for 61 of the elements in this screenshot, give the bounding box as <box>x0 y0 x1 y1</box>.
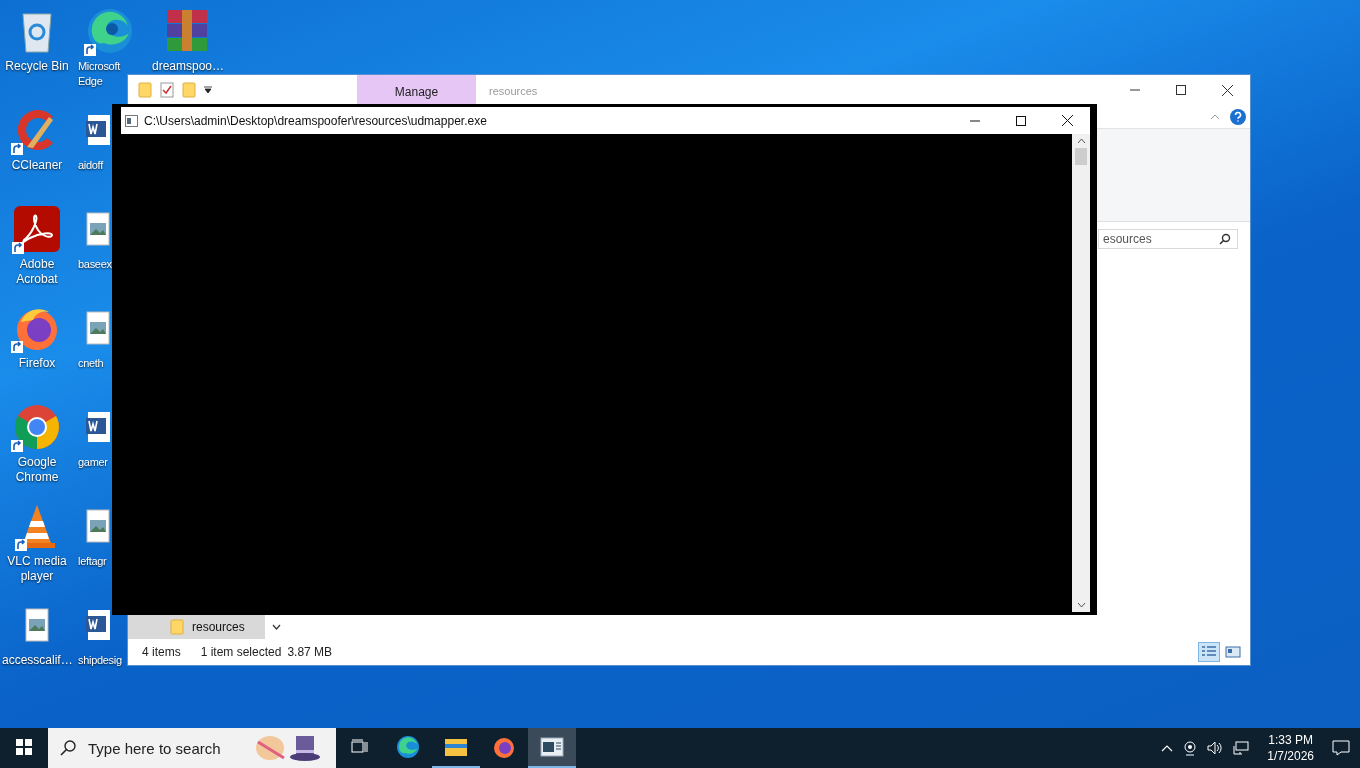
desktop-icon-label[interactable]: Firefox <box>18 356 56 371</box>
window-title: C:\Users\admin\Desktop\dreamspoofer\resources\udmapper.exe <box>144 113 488 128</box>
folder-icon <box>170 619 184 635</box>
firefox-icon <box>492 735 516 759</box>
maximize-icon[interactable] <box>1016 115 1026 126</box>
taskbar-app-button[interactable] <box>528 728 576 768</box>
ribbon-tab[interactable]: Manage <box>357 75 476 105</box>
dropdown-icon[interactable] <box>204 86 212 94</box>
folder-icon <box>138 82 152 98</box>
clock-date[interactable]: 1/7/2026 <box>1267 748 1314 764</box>
item-count: 4 items <box>142 645 181 659</box>
notifications-icon[interactable] <box>1332 740 1350 756</box>
desktop-icon-label[interactable]: VLC media player <box>2 554 72 584</box>
edge-icon <box>396 735 420 759</box>
desktop-icon-label[interactable]: aidoff <box>78 158 103 173</box>
windows-start-icon[interactable] <box>16 739 32 755</box>
window-app-icon <box>540 737 564 757</box>
maximize-icon[interactable] <box>1176 85 1186 95</box>
desktop-icon-label[interactable]: Adobe Acrobat <box>2 257 72 287</box>
clock-time[interactable]: 1:33 PM <box>1268 732 1313 748</box>
new-folder-icon <box>182 82 196 98</box>
help-icon[interactable] <box>1230 108 1246 125</box>
folder-icon <box>444 737 468 757</box>
search-field[interactable]: esources <box>1098 229 1238 249</box>
chevron-down-icon[interactable] <box>271 624 281 630</box>
details-view-icon <box>1201 645 1217 659</box>
desktop-icon-label[interactable]: CCleaner <box>11 158 63 173</box>
taskbar-search-field[interactable]: Type here to search <box>48 728 336 768</box>
console-window-icon <box>125 114 138 127</box>
close-icon[interactable] <box>1221 84 1233 96</box>
file-size: 3.87 MB <box>287 645 333 659</box>
desktop-icon-label[interactable]: cneth <box>78 356 104 371</box>
chevron-up-icon[interactable] <box>1161 744 1174 752</box>
chrome-icon <box>13 403 61 451</box>
desktop-icon-label[interactable]: leftagr <box>78 554 107 569</box>
details-view-button[interactable] <box>1198 642 1220 662</box>
collapse-chevron-icon[interactable] <box>1210 113 1220 120</box>
desktop-icon-label[interactable]: Recycle Bin <box>5 59 69 74</box>
scrollbar[interactable] <box>1072 134 1090 612</box>
desktop-icon-label[interactable]: gamer <box>78 455 108 470</box>
speaker-icon[interactable] <box>1207 741 1224 755</box>
desktop-icon-label[interactable]: shipdesig <box>78 653 122 668</box>
navigation-item[interactable]: resources <box>128 615 265 639</box>
properties-icon <box>160 82 174 98</box>
network-icon[interactable] <box>1233 741 1250 755</box>
desktop-icon-label[interactable]: accesscalif… <box>2 653 72 668</box>
desktop-icon-label[interactable]: Google Chrome <box>2 455 72 485</box>
scrollbar-thumb[interactable] <box>1075 148 1087 165</box>
close-icon[interactable] <box>1061 115 1073 126</box>
desktop-icon-label[interactable]: Microsoft Edge <box>78 59 124 89</box>
webcam-icon[interactable] <box>1183 740 1198 756</box>
search-icon <box>60 740 76 756</box>
search-icon <box>1219 233 1231 245</box>
window-title: resources <box>489 84 538 97</box>
desktop-icon-label[interactable]: baseex <box>78 257 112 272</box>
desktop-icon-label[interactable]: dreamspoo… <box>152 59 222 74</box>
preview-pane-icon <box>1225 645 1241 659</box>
acrobat-icon <box>14 206 60 252</box>
edge-icon <box>86 7 134 55</box>
selection-status: 1 item selected <box>200 645 282 659</box>
task-view-icon <box>351 739 369 755</box>
